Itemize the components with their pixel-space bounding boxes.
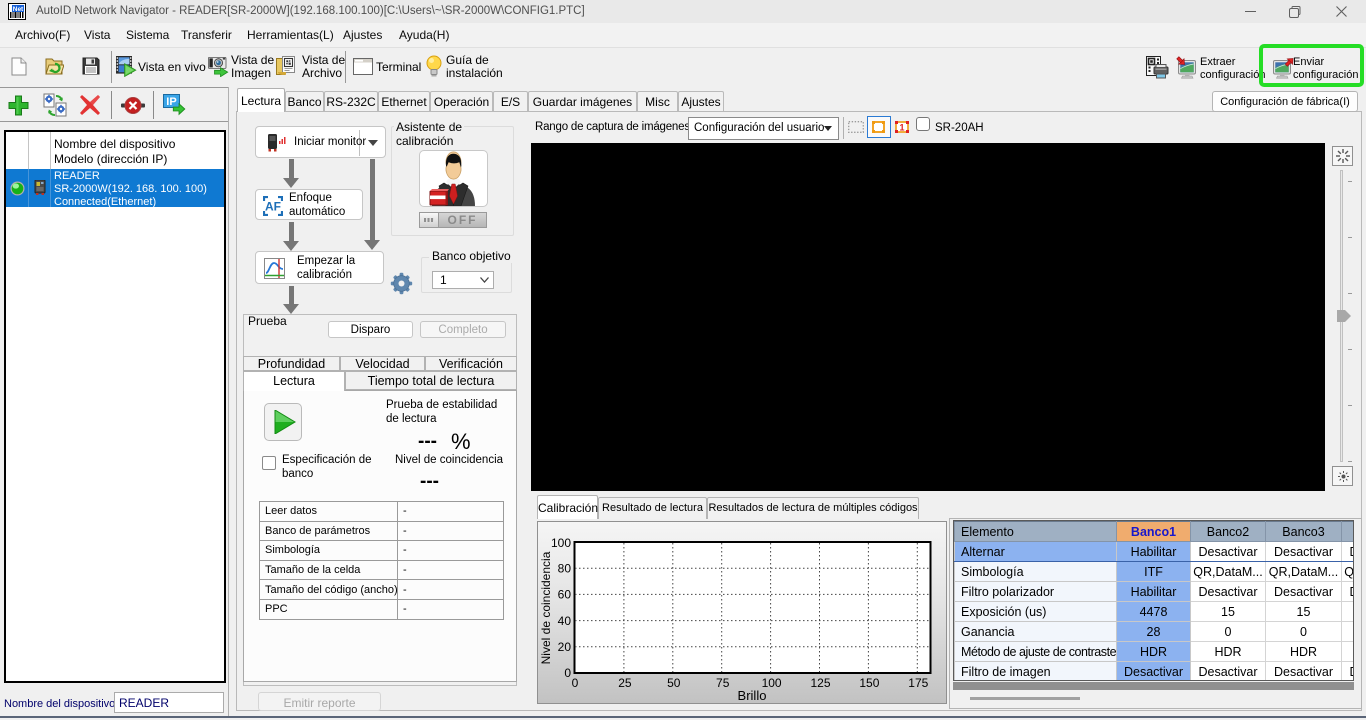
- svg-text:60: 60: [558, 588, 572, 602]
- svg-text:150: 150: [859, 676, 879, 690]
- svg-text:25: 25: [618, 676, 632, 690]
- svg-text:1: 1: [899, 123, 904, 133]
- svg-text:0: 0: [572, 676, 579, 690]
- svg-text:50: 50: [667, 676, 681, 690]
- svg-text:Nivel de coincidencia: Nivel de coincidencia: [539, 551, 553, 664]
- svg-text:Brillo: Brillo: [738, 688, 767, 703]
- svg-text:100: 100: [551, 536, 571, 550]
- svg-text:75: 75: [716, 676, 730, 690]
- svg-text:0: 0: [564, 666, 571, 680]
- svg-text:40: 40: [558, 614, 572, 628]
- svg-text:80: 80: [558, 561, 572, 575]
- svg-text:AF: AF: [265, 200, 281, 214]
- svg-text:125: 125: [810, 676, 830, 690]
- svg-text:20: 20: [558, 640, 572, 654]
- svg-text:IP: IP: [166, 96, 176, 108]
- svg-text:Net: Net: [13, 6, 24, 13]
- svg-text:175: 175: [908, 676, 928, 690]
